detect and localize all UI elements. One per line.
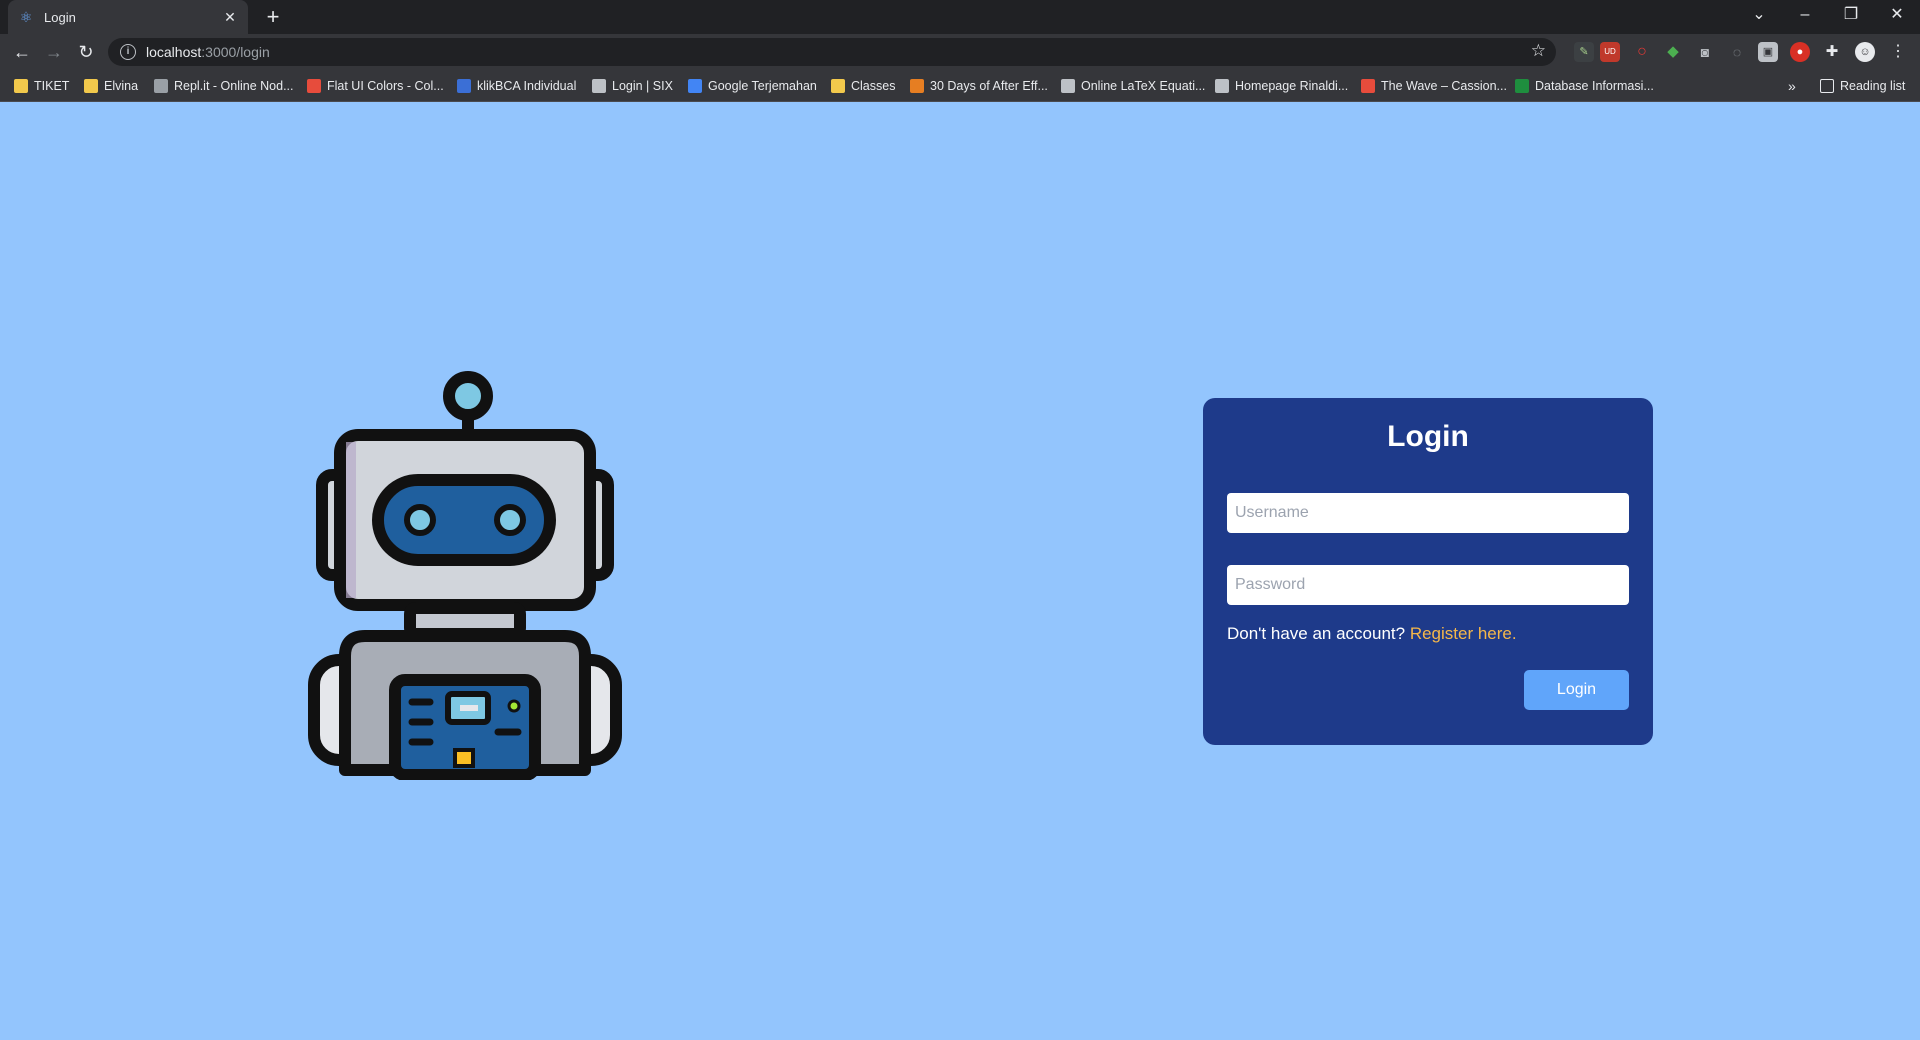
klikbca-icon: [457, 79, 471, 93]
restore-button[interactable]: ❐: [1828, 0, 1874, 30]
extension-circle-icon[interactable]: ◌: [1727, 42, 1747, 62]
replit-icon: [154, 79, 168, 93]
register-prompt-text: Don't have an account?: [1227, 624, 1410, 643]
login-card: Login Don't have an account? Register he…: [1203, 398, 1653, 745]
extension-red-icon[interactable]: ●: [1790, 42, 1810, 62]
extension-colorzilla-icon[interactable]: ◆: [1663, 42, 1683, 62]
bookmark-item[interactable]: The Wave – Cassion...: [1361, 76, 1507, 96]
react-logo-icon: ⚛: [19, 9, 33, 25]
more-bookmarks-button[interactable]: »: [1788, 76, 1796, 96]
globe-icon: [1215, 79, 1229, 93]
menu-kebab-icon[interactable]: ⋮: [1888, 42, 1908, 62]
bookmark-item[interactable]: Classes: [831, 76, 895, 96]
extension-ublock-icon[interactable]: UD: [1600, 42, 1620, 62]
sheets-icon: [1515, 79, 1529, 93]
address-bar[interactable]: i localhost:3000/login ☆: [108, 38, 1556, 66]
bookmark-label: Online LaTeX Equati...: [1081, 79, 1206, 93]
tab-login[interactable]: ⚛ Login ✕: [8, 0, 248, 34]
bookmark-label: Database Informasi...: [1535, 79, 1654, 93]
extensions-puzzle-icon[interactable]: ✚: [1822, 42, 1842, 62]
url-path: :3000/login: [201, 44, 270, 60]
bookmark-item[interactable]: Login | SIX: [592, 76, 673, 96]
music-icon: [1361, 79, 1375, 93]
register-link[interactable]: Register here.: [1410, 624, 1517, 643]
extension-opera-icon[interactable]: ○: [1632, 42, 1652, 62]
google-translate-icon: [688, 79, 702, 93]
bookmark-label: The Wave – Cassion...: [1381, 79, 1507, 93]
extension-camera-icon[interactable]: ◙: [1695, 42, 1715, 62]
forward-icon[interactable]: →: [42, 40, 66, 64]
bookmark-item[interactable]: Homepage Rinaldi...: [1215, 76, 1348, 96]
tab-strip: ⚛ Login ✕ + ⌄ – ❐ ✕: [0, 0, 1920, 34]
close-window-button[interactable]: ✕: [1874, 0, 1920, 30]
bookmark-item[interactable]: Database Informasi...: [1515, 76, 1654, 96]
robot-illustration: [308, 371, 622, 780]
back-icon[interactable]: ←: [10, 40, 34, 64]
reading-list-icon: [1820, 79, 1834, 93]
after-effects-icon: [910, 79, 924, 93]
flatui-icon: [307, 79, 321, 93]
bookmark-item[interactable]: Repl.it - Online Nod...: [154, 76, 294, 96]
close-tab-icon[interactable]: ✕: [222, 9, 238, 26]
bookmark-item[interactable]: Flat UI Colors - Col...: [307, 76, 444, 96]
site-info-icon[interactable]: i: [120, 44, 136, 60]
login-title: Login: [1387, 420, 1469, 453]
folder-icon: [84, 79, 98, 93]
bookmark-star-icon[interactable]: ☆: [1531, 41, 1546, 61]
bookmark-item[interactable]: Elvina: [84, 76, 138, 96]
register-prompt: Don't have an account? Register here.: [1227, 624, 1517, 644]
reading-list-label: Reading list: [1840, 79, 1906, 93]
minimize-button[interactable]: –: [1782, 0, 1828, 30]
bookmark-label: Flat UI Colors - Col...: [327, 79, 444, 93]
extension-image-icon[interactable]: ▣: [1758, 42, 1778, 62]
bookmark-label: Login | SIX: [612, 79, 673, 93]
bookmark-item[interactable]: klikBCA Individual: [457, 76, 576, 96]
bookmark-label: Classes: [851, 79, 896, 93]
login-button[interactable]: Login: [1524, 670, 1629, 710]
bookmark-label: TIKET: [34, 79, 70, 93]
username-input[interactable]: [1227, 493, 1629, 533]
password-input[interactable]: [1227, 565, 1629, 605]
bookmark-label: 30 Days of After Eff...: [930, 79, 1048, 93]
bookmark-item[interactable]: 30 Days of After Eff...: [910, 76, 1048, 96]
bookmark-label: Elvina: [104, 79, 139, 93]
bookmarks-bar: TIKET Elvina Repl.it - Online Nod... Fla…: [0, 70, 1920, 102]
tab-search-icon[interactable]: ⌄: [1736, 0, 1782, 30]
folder-icon: [14, 79, 28, 93]
bookmark-item[interactable]: TIKET: [14, 76, 69, 96]
reload-icon[interactable]: ↻: [74, 40, 98, 64]
bookmark-item[interactable]: Online LaTeX Equati...: [1061, 76, 1205, 96]
bookmark-label: klikBCA Individual: [477, 79, 577, 93]
tab-title: Login: [44, 9, 76, 25]
reading-list-button[interactable]: Reading list: [1820, 76, 1905, 96]
new-tab-button[interactable]: +: [260, 4, 286, 30]
bookmark-item[interactable]: Google Terjemahan: [688, 76, 817, 96]
six-icon: [592, 79, 606, 93]
url-host: localhost: [146, 44, 202, 60]
extension-pen-icon[interactable]: ✎: [1574, 42, 1594, 62]
browser-toolbar: ← → ↻ i localhost:3000/login ☆ ✎ UD ○ ◆ …: [0, 34, 1920, 70]
bookmark-label: Repl.it - Online Nod...: [174, 79, 294, 93]
bookmark-label: Homepage Rinaldi...: [1235, 79, 1349, 93]
gear-icon: [1061, 79, 1075, 93]
profile-avatar[interactable]: ☺: [1855, 42, 1875, 62]
classroom-icon: [831, 79, 845, 93]
bookmark-label: Google Terjemahan: [708, 79, 817, 93]
